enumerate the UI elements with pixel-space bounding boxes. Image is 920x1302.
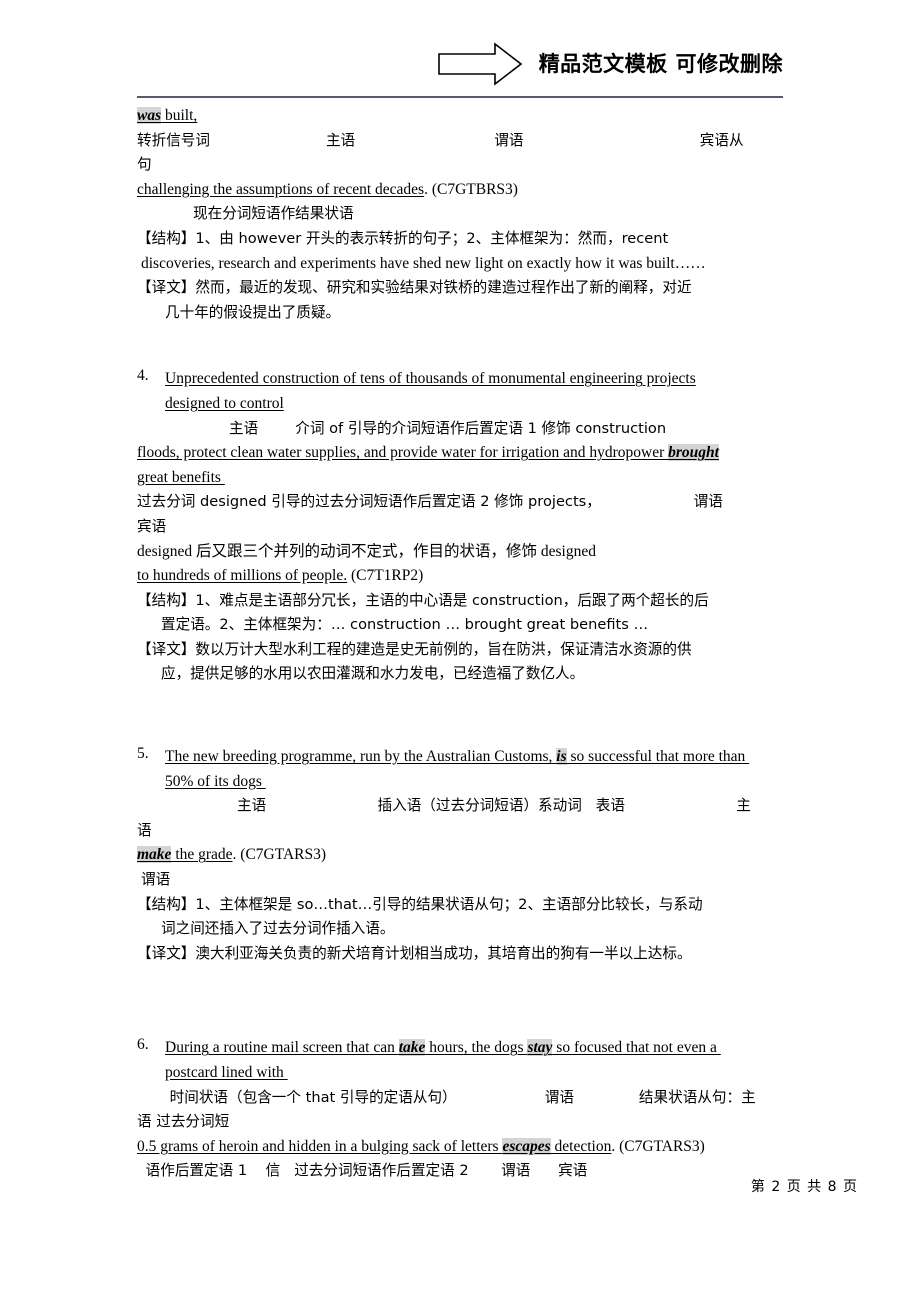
sentence-line: make the grade. (C7GTARS3) xyxy=(137,843,797,868)
highlight-make: make xyxy=(137,846,172,864)
role-labels-row: 过去分词 designed 引导的过去分词短语作后置定语 2 修饰 projec… xyxy=(137,493,723,511)
role-labels-row-wrap: 宾语 xyxy=(137,517,167,535)
page-number-label: 第 2 页 共 8 页 xyxy=(750,1179,858,1195)
item-3-continuation: was built, 转折信号词 主语 谓语 宾语从 句 challenging… xyxy=(137,104,797,325)
structure-note: 【结构】1、主体框架是 so…that…引导的结果状语从句；2、主语部分比较长，… xyxy=(137,895,703,913)
right-arrow-icon xyxy=(437,42,522,86)
structure-note-cont: 词之间还插入了过去分词作插入语。 xyxy=(161,920,395,938)
sentence-text: hours xyxy=(425,1039,464,1057)
highlight-was: was xyxy=(137,107,162,124)
highlight-stay: stay xyxy=(527,1039,553,1057)
sentence-text: that more than xyxy=(651,748,750,766)
sentence-line: to hundreds of millions of people. (C7T1… xyxy=(137,564,797,589)
sentence-text: The new breeding programme, run by the A… xyxy=(165,748,557,766)
role-label-line: 现在分词短语作结果状语 xyxy=(193,205,354,223)
sentence-reference: . (C7GTARS3) xyxy=(611,1137,705,1155)
role-labels-row-wrap: 语 xyxy=(137,821,152,839)
structure-note-cont: 置定语。2、主体框架为：… construction … brought gre… xyxy=(161,616,649,634)
sentence-text: the grade xyxy=(171,846,233,864)
sentence-line: floods, protect clean water supplies, an… xyxy=(137,441,797,466)
note-line: designed 后又跟三个并列的动词不定式，作目的状语，修饰 designed xyxy=(137,542,596,560)
page-footer: 第 2 页 共 8 页 xyxy=(0,1176,920,1196)
translation-note: 【译文】澳大利亚海关负责的新犬培育计划相当成功，其培育出的狗有一半以上达标。 xyxy=(137,944,692,962)
sentence-line: challenging the assumptions of recent de… xyxy=(137,178,797,203)
translation-note: 【译文】然而，最近的发现、研究和实验结果对铁桥的建造过程作出了新的阐释，对近 xyxy=(137,279,692,297)
role-labels-row: 主语 插入语（过去分词短语）系动词 表语 主 xyxy=(237,797,751,815)
sentence-line: Unprecedented construction of tens of th… xyxy=(165,367,797,392)
translation-note-cont: 应，提供足够的水用以农田灌溉和水力发电，已经造福了数亿人。 xyxy=(161,665,585,683)
role-labels-row: 转折信号词 主语 谓语 宾语从 xyxy=(137,131,744,149)
item-4: 4. Unprecedented construction of tens of… xyxy=(137,367,797,687)
sentence-text: so focused xyxy=(552,1039,623,1057)
page-header: 精品范文模板 可修改删除 xyxy=(137,36,783,98)
sentence-text: Unprecedented xyxy=(165,370,263,388)
sentence-keyword: construction xyxy=(262,370,340,388)
sentence-text: 0.5 grams of heroin and hidden in a bulg… xyxy=(137,1137,503,1155)
highlight-escapes: escapes xyxy=(502,1137,551,1155)
sentence-text: postcard lined with xyxy=(165,1064,288,1081)
role-labels-row: 时间状语（包含一个 that 引导的定语从句） 谓语 结果状语从句：主 xyxy=(165,1088,756,1106)
sentence-text: so successful xyxy=(566,748,652,766)
sentence-text: detection xyxy=(550,1137,612,1155)
header-divider xyxy=(137,96,783,98)
highlight-brought: brought xyxy=(668,444,719,462)
sentence-line: designed to control xyxy=(165,392,797,417)
highlight-is: is xyxy=(556,748,567,766)
sentence-text: that not even a xyxy=(622,1039,721,1057)
structure-note: 【结构】1、由 however 开头的表示转折的句子；2、主体框架为：然而，re… xyxy=(137,229,669,247)
highlight-take: take xyxy=(398,1039,426,1057)
structure-note-cont: discoveries, research and experiments ha… xyxy=(141,254,706,272)
sentence-reference: (C7T1RP2) xyxy=(347,567,424,585)
item-6: 6. During a routine mail screen that can… xyxy=(137,1036,797,1184)
sentence-line: postcard lined with xyxy=(165,1061,797,1086)
role-labels-row: 主语 介词 of 引导的介词短语作后置定语 1 修饰 construction xyxy=(229,419,667,437)
sentence-text: designed to control xyxy=(165,394,284,412)
role-labels-row-wrap: 句 xyxy=(137,156,152,174)
sentence-text: 50% of its dogs xyxy=(165,772,266,790)
translation-note: 【译文】数以万计大型水利工程的建造是史无前例的，旨在防洪，保证清洁水资源的供 xyxy=(137,640,692,658)
item-5: 5. The new breeding programme, run by th… xyxy=(137,745,797,966)
document-page: 精品范文模板 可修改删除 was built, 转折信号词 主语 谓语 宾语从 … xyxy=(0,0,920,1302)
sentence-text: built, xyxy=(161,107,198,124)
item-number: 5. xyxy=(137,745,149,763)
sentence-text: , the dogs xyxy=(463,1039,528,1057)
document-body: was built, 转折信号词 主语 谓语 宾语从 句 challenging… xyxy=(137,104,797,1184)
sentence-text: great benefits xyxy=(137,468,225,486)
sentence-text: floods, protect clean water supplies, an… xyxy=(137,444,669,462)
sentence-line: was built, xyxy=(137,104,797,129)
item-number: 6. xyxy=(137,1036,149,1054)
sentence-reference: . (C7GTBRS3) xyxy=(424,180,518,198)
sentence-text: to hundreds of millions of people. xyxy=(137,567,348,585)
sentence-text: of tens of thousands of monumental engin… xyxy=(339,370,696,388)
role-label-line: 谓语 xyxy=(141,871,171,889)
header-title: 精品范文模板 可修改删除 xyxy=(538,52,783,76)
sentence-text: During a routine mail screen that can xyxy=(165,1039,399,1057)
sentence-reference: . (C7GTARS3) xyxy=(232,846,327,864)
item-number: 4. xyxy=(137,367,149,385)
translation-note-cont: 几十年的假设提出了质疑。 xyxy=(165,303,341,321)
sentence-line: great benefits xyxy=(137,466,797,491)
structure-note: 【结构】1、难点是主语部分冗长，主语的中心语是 construction，后跟了… xyxy=(137,591,709,609)
sentence-text-underlined: challenging the assumptions of recent de… xyxy=(137,180,425,198)
sentence-line: The new breeding programme, run by the A… xyxy=(165,745,797,770)
sentence-line: 0.5 grams of heroin and hidden in a bulg… xyxy=(137,1135,797,1160)
sentence-line: During a routine mail screen that can ta… xyxy=(165,1036,797,1061)
role-labels-row-wrap: 语 过去分词短 xyxy=(137,1113,230,1131)
sentence-line: 50% of its dogs xyxy=(165,770,797,795)
